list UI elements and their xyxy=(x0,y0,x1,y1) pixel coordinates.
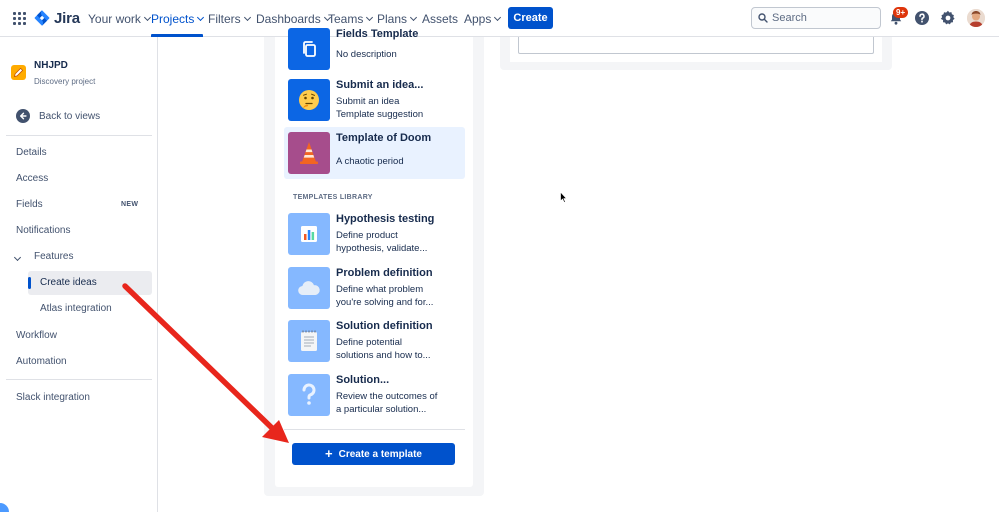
question-mark-icon xyxy=(288,374,330,416)
back-arrow-icon xyxy=(16,109,30,123)
template-title: Solution definition xyxy=(336,320,433,332)
cloud-icon xyxy=(288,267,330,309)
search-input[interactable] xyxy=(772,12,872,24)
template-item-solution[interactable]: Solution... Review the outcomes of a par… xyxy=(284,369,465,421)
jira-logo[interactable]: Jira xyxy=(34,9,80,27)
chevron-down-icon xyxy=(366,13,374,21)
template-description: a particular solution... xyxy=(336,404,427,415)
panel-divider xyxy=(284,429,465,430)
nav-your-work-label: Your work xyxy=(88,11,141,26)
sidebar-item-create-ideas[interactable]: Create ideas xyxy=(40,277,97,288)
sidebar-item-features[interactable]: Features xyxy=(34,251,73,262)
search-box[interactable] xyxy=(751,7,881,29)
template-description: Define what problem xyxy=(336,284,424,295)
template-description: you're solving and for... xyxy=(336,297,434,308)
nav-your-work[interactable]: Your work xyxy=(88,0,151,37)
template-title: Template of Doom xyxy=(336,132,432,144)
template-title: Submit an idea... xyxy=(336,79,424,91)
user-avatar-image xyxy=(967,9,985,27)
copy-icon xyxy=(288,28,330,70)
chevron-down-icon xyxy=(197,13,205,21)
chevron-down-icon xyxy=(243,13,251,21)
template-description: A chaotic period xyxy=(336,156,404,167)
chevron-down-icon xyxy=(409,13,418,21)
notepad-icon xyxy=(288,320,330,362)
sidebar-selected-indicator xyxy=(28,277,31,289)
template-item-template-of-doom[interactable]: Template of Doom A chaotic period xyxy=(284,127,465,179)
create-button[interactable]: Create xyxy=(508,7,553,29)
new-badge: NEW xyxy=(121,201,139,208)
bar-chart-icon xyxy=(288,213,330,255)
template-description: Define potential xyxy=(336,337,403,348)
template-description: hypothesis, validate... xyxy=(336,243,428,254)
sidebar-item-slack-integration[interactable]: Slack integration xyxy=(16,392,90,403)
project-avatar xyxy=(11,65,26,80)
template-description: Review the outcomes of xyxy=(336,391,438,402)
thinking-face-icon xyxy=(288,79,330,121)
sidebar-item-access[interactable]: Access xyxy=(16,173,48,184)
sidebar-divider xyxy=(6,379,152,380)
create-a-template-button[interactable]: + Create a template xyxy=(292,443,455,465)
nav-projects[interactable]: Projects xyxy=(151,0,205,37)
chevron-down-icon xyxy=(494,13,502,21)
template-description: Template suggestion xyxy=(336,109,424,120)
pencil-icon xyxy=(13,67,24,78)
chevron-down-icon xyxy=(143,13,151,21)
template-description: solutions and how to... xyxy=(336,350,431,361)
template-item-problem-definition[interactable]: Problem definition Define what problem y… xyxy=(284,262,465,314)
template-title: Solution... xyxy=(336,374,390,386)
sidebar-item-fields[interactable]: Fields xyxy=(16,199,43,210)
sidebar-item-notifications[interactable]: Notifications xyxy=(16,225,70,236)
template-title: Fields Template xyxy=(336,28,419,40)
template-title: Problem definition xyxy=(336,267,433,279)
project-name: NHJPD xyxy=(34,60,68,71)
nav-apps-label: Apps xyxy=(464,11,492,26)
notification-badge: 9+ xyxy=(893,7,909,18)
sidebar-item-details[interactable]: Details xyxy=(16,147,47,158)
template-editor-field[interactable] xyxy=(518,37,874,54)
help-icon[interactable] xyxy=(914,10,930,26)
template-item-fields-template[interactable]: Fields Template No description xyxy=(284,23,465,75)
templates-library-heading: TEMPLATES LIBRARY xyxy=(293,194,373,201)
app-switcher-icon[interactable] xyxy=(13,12,26,25)
create-a-template-label: Create a template xyxy=(338,448,422,460)
chevron-down-icon[interactable] xyxy=(13,253,22,262)
sidebar-item-workflow[interactable]: Workflow xyxy=(16,330,57,341)
template-description: No description xyxy=(336,49,397,60)
project-type: Discovery project xyxy=(34,77,96,86)
mouse-cursor-icon xyxy=(560,191,568,204)
plus-icon: + xyxy=(325,446,333,461)
nav-apps[interactable]: Apps xyxy=(464,0,502,37)
project-settings-sidebar: NHJPD Discovery project Back to views De… xyxy=(0,37,158,512)
jira-logo-text: Jira xyxy=(54,9,80,27)
template-description: Define product xyxy=(336,230,398,241)
jira-logo-icon xyxy=(34,10,50,26)
template-item-hypothesis-testing[interactable]: Hypothesis testing Define product hypoth… xyxy=(284,208,465,260)
sidebar-item-automation[interactable]: Automation xyxy=(16,356,67,367)
settings-gear-icon[interactable] xyxy=(940,10,956,26)
user-avatar[interactable] xyxy=(967,9,985,27)
template-description: Submit an idea xyxy=(336,96,400,107)
top-navigation: Jira Your work Projects Filters Dashboar… xyxy=(0,0,999,37)
nav-projects-label: Projects xyxy=(151,11,195,26)
sidebar-item-atlas-integration[interactable]: Atlas integration xyxy=(40,303,112,314)
template-item-submit-an-idea[interactable]: Submit an idea... Submit an idea Templat… xyxy=(284,74,465,126)
sidebar-divider xyxy=(6,135,152,136)
traffic-cone-icon xyxy=(288,132,330,174)
search-icon xyxy=(758,13,768,23)
nav-filters-label: Filters xyxy=(208,11,241,26)
back-to-views-button[interactable]: Back to views xyxy=(16,109,100,123)
nav-filters[interactable]: Filters xyxy=(208,0,251,37)
back-to-views-label: Back to views xyxy=(39,110,101,122)
template-title: Hypothesis testing xyxy=(336,213,435,225)
template-item-solution-definition[interactable]: Solution definition Define potential sol… xyxy=(284,315,465,367)
